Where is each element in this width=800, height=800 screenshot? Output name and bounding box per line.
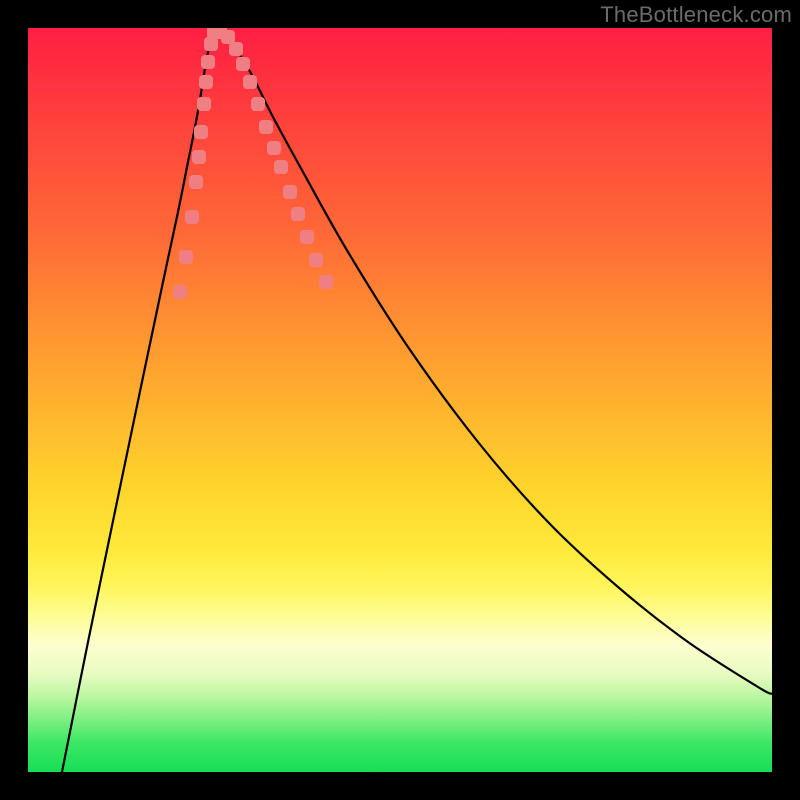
data-marker [319, 275, 333, 289]
data-marker [194, 125, 208, 139]
data-marker [251, 97, 265, 111]
marker-group [173, 28, 333, 299]
data-marker [197, 97, 211, 111]
data-marker [267, 141, 281, 155]
data-marker [173, 285, 187, 299]
data-marker [291, 207, 305, 221]
chart-svg [28, 28, 772, 772]
data-marker [221, 30, 235, 44]
data-marker [259, 120, 273, 134]
data-marker [204, 37, 218, 51]
data-marker [300, 230, 314, 244]
bottleneck-curve [62, 31, 772, 772]
data-marker [201, 55, 215, 69]
data-marker [283, 185, 297, 199]
data-marker [199, 75, 213, 89]
data-marker [309, 253, 323, 267]
watermark-text: TheBottleneck.com [600, 2, 792, 28]
data-marker [229, 42, 243, 56]
data-marker [236, 57, 250, 71]
data-marker [185, 210, 199, 224]
chart-plot-area [28, 28, 772, 772]
data-marker [274, 160, 288, 174]
data-marker [192, 150, 206, 164]
data-marker [243, 75, 257, 89]
data-marker [179, 250, 193, 264]
data-marker [189, 175, 203, 189]
